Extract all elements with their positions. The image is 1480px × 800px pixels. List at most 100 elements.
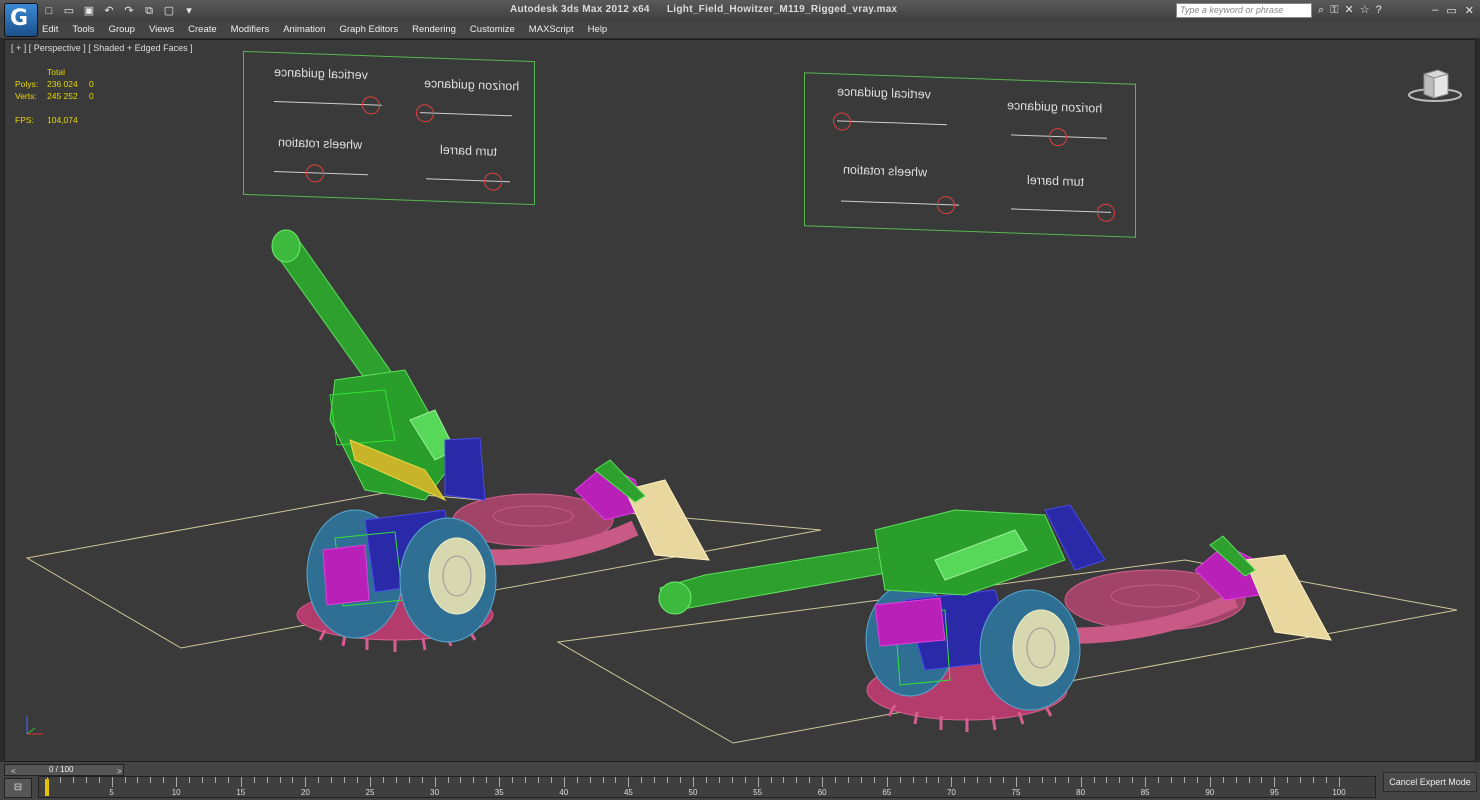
next-frame-icon[interactable]: > (117, 767, 122, 776)
cancel-expert-mode-button[interactable]: Cancel Expert Mode (1383, 772, 1477, 792)
timeline-tick-label: 95 (1269, 788, 1279, 797)
timeline-tick (886, 777, 888, 787)
timeline-tick-label: 15 (236, 788, 246, 797)
file-name: Light_Field_Howitzer_M119_Rigged_vray.ma… (666, 4, 898, 15)
timeline-tick-label: 65 (882, 788, 892, 797)
menu-customize[interactable]: Customize (470, 24, 515, 35)
menu-animation[interactable]: Animation (283, 24, 325, 35)
timeline-tick (1287, 777, 1289, 783)
timeline-tick (731, 777, 733, 783)
timeline-tick (1041, 777, 1043, 783)
timeline-tick-label: 80 (1076, 788, 1086, 797)
timeline-tick (47, 777, 48, 787)
timeline-tick (421, 777, 423, 783)
menu-edit[interactable]: Edit (42, 24, 58, 35)
timeline-tick (589, 777, 591, 783)
close-icon[interactable]: ✕ (1465, 4, 1474, 17)
track-view-icon[interactable]: ⊟ (4, 778, 32, 798)
title-bar: □ ▭ ▣ ↶ ↷ ⧉ ▢ ▾ Autodesk 3ds Max 2012 x6… (0, 0, 1480, 23)
timeline-tick (602, 777, 604, 783)
timeline-tick-label: 25 (365, 788, 375, 797)
timeline-tick (460, 777, 462, 783)
timeline-tick (408, 777, 410, 783)
timeline-tick (1080, 777, 1082, 787)
timeline-tick-label: 40 (559, 788, 569, 797)
timeline-tick (925, 777, 927, 783)
howitzer-right (658, 504, 1332, 732)
frame-counter: 0 / 100 (49, 765, 74, 774)
timeline-tick-label: 55 (753, 788, 763, 797)
binoculars-icon[interactable]: ⌕ (1318, 4, 1324, 17)
menu-modifiers[interactable]: Modifiers (231, 24, 270, 35)
timeline-tick (370, 777, 371, 787)
timeline-tick-label: 60 (817, 788, 827, 797)
timeline-tick (473, 777, 475, 783)
previous-frame-icon[interactable]: < (11, 767, 16, 776)
new-icon[interactable]: □ (42, 4, 56, 18)
timeline-tick-label: 10 (171, 788, 181, 797)
timeline-tick (525, 777, 527, 783)
timeline-tick (783, 777, 785, 783)
timeline-tick (822, 777, 824, 787)
timeline-tick-label: 45 (623, 788, 633, 797)
timeline-tick (111, 777, 113, 787)
undo-icon[interactable]: ↶ (102, 4, 116, 18)
timeline-tick (240, 777, 242, 787)
timeline-tick (1196, 777, 1198, 783)
maximize-icon[interactable]: ▭ (1446, 4, 1456, 17)
timeline-tick (214, 777, 216, 783)
tools-icon[interactable]: ✕ (1345, 4, 1354, 17)
menu-maxscript[interactable]: MAXScript (529, 24, 574, 35)
search-input[interactable]: Type a keyword or phrase (1176, 3, 1312, 18)
timeline-tick-label: 50 (688, 788, 698, 797)
help-icon[interactable]: ? (1376, 4, 1382, 17)
timeline-panel: < 0 / 100 > ⊟ 5 10 15 20 25 30 35 40 45 50 55 60 65 7… (0, 762, 1480, 800)
timeline-tick (641, 777, 643, 783)
menu-tools[interactable]: Tools (72, 24, 94, 35)
timeline-tick (72, 777, 74, 783)
timeline-tick (1145, 777, 1147, 787)
timeline-tick-label: 5 (109, 788, 114, 797)
trackbar[interactable]: 5 10 15 20 25 30 35 40 45 50 55 60 65 70 75 80 85 90 95 100 (38, 776, 1376, 798)
timeline-tick (253, 777, 255, 783)
redo-icon[interactable]: ↷ (122, 4, 136, 18)
timeline-tick (266, 777, 268, 783)
timeline-tick (1261, 777, 1263, 783)
timeline-tick (1171, 777, 1173, 783)
menu-rendering[interactable]: Rendering (412, 24, 456, 35)
timeline-tick (1054, 777, 1056, 783)
timeline-tick (1106, 777, 1108, 783)
key-icon[interactable]: ⚿ (1330, 4, 1338, 17)
timeline-tick (1326, 777, 1328, 783)
timeline-tick (124, 777, 126, 783)
timeline-tick (1209, 777, 1211, 787)
timeline-tick (59, 777, 61, 783)
timeline-tick (512, 777, 514, 783)
window-icon[interactable]: ▢ (162, 4, 176, 18)
time-slider[interactable]: < 0 / 100 > (4, 764, 124, 776)
perspective-viewport[interactable]: [ + ] [ Perspective ] [ Shaded + Edged F… (4, 39, 1476, 762)
menu-help[interactable]: Help (588, 24, 608, 35)
project-icon[interactable]: ⧉ (142, 4, 156, 18)
timeline-tick (279, 777, 281, 783)
minimize-icon[interactable]: – (1432, 4, 1438, 17)
timeline-tick (938, 777, 940, 783)
info-center-toolbar: ⌕ ⚿ ✕ ☆ ? (1318, 4, 1382, 17)
timeline-tick (550, 777, 552, 783)
timeline-tick (395, 777, 397, 783)
open-icon[interactable]: ▭ (62, 4, 76, 18)
timeline-tick (499, 777, 501, 787)
timeline-tick (227, 777, 229, 783)
axis-tripod-icon (26, 716, 43, 735)
star-icon[interactable]: ☆ (1360, 4, 1370, 17)
menu-group[interactable]: Group (109, 24, 135, 35)
howitzer-scene[interactable] (5, 40, 1475, 760)
menu-graph-editors[interactable]: Graph Editors (339, 24, 398, 35)
menu-create[interactable]: Create (188, 24, 217, 35)
app-logo-button[interactable]: G (4, 3, 38, 37)
save-icon[interactable]: ▣ (82, 4, 96, 18)
window-title: Autodesk 3ds Max 2012 x64 Light_Field_Ho… (510, 4, 911, 15)
dropdown-icon[interactable]: ▾ (182, 4, 196, 18)
timeline-tick (98, 777, 100, 783)
menu-views[interactable]: Views (149, 24, 174, 35)
